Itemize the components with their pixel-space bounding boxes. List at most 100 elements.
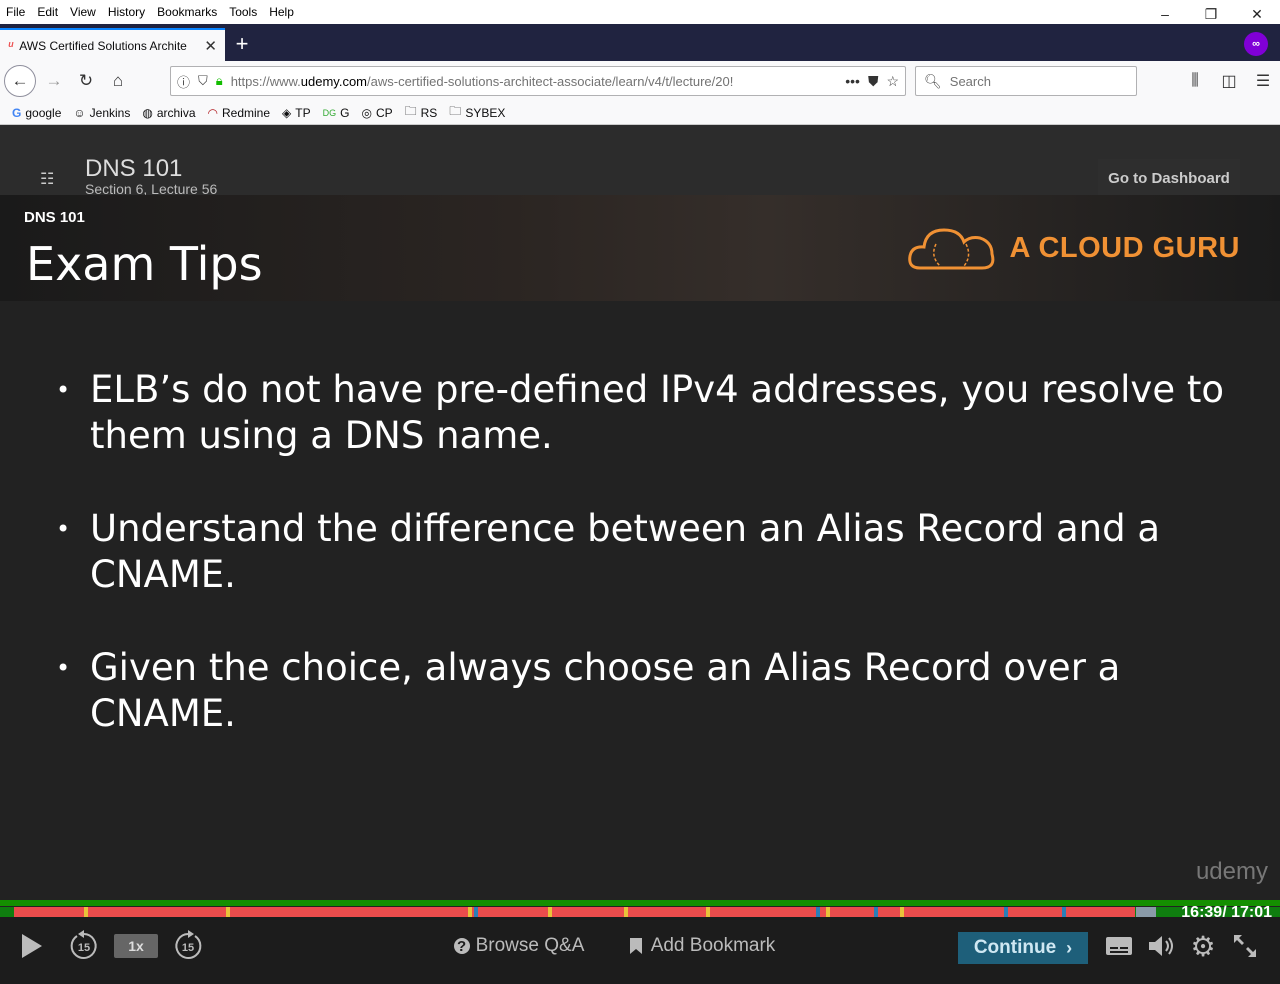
gear-icon: ⚙ xyxy=(1190,930,1216,962)
settings-button[interactable]: ⚙ xyxy=(1188,929,1218,963)
window-controls: – ❐ ✕ xyxy=(1142,0,1280,24)
bookmark-google[interactable]: Ggoogle xyxy=(12,106,61,120)
browse-qa-button[interactable]: ? Browse Q&A xyxy=(448,929,590,963)
progress-track[interactable] xyxy=(0,900,1280,906)
forward-15-button[interactable]: 15 xyxy=(172,929,204,963)
tracking-shield-icon[interactable]: ⛉ xyxy=(198,73,208,89)
new-tab-button[interactable]: + xyxy=(230,30,254,58)
forward-button[interactable]: → xyxy=(40,67,68,95)
bookmark-marker[interactable] xyxy=(468,907,472,917)
folder-icon: 🗀︎ xyxy=(404,104,417,118)
menu-edit[interactable]: Edit xyxy=(31,5,64,19)
bullet-dot: • xyxy=(56,654,71,682)
navigation-bar: ← → ↻ ⌂ ⓘ ⛉ 🔒︎ https://www.udemy.com/aws… xyxy=(0,61,1280,101)
bookmark-tp[interactable]: ◈ TP xyxy=(282,106,311,120)
bookmark-rs[interactable]: 🗀︎ RS xyxy=(405,102,438,123)
home-icon: ⌂ xyxy=(112,71,124,90)
bookmark-redmine[interactable]: ◠ Redmine xyxy=(208,106,271,120)
bullet-dot: • xyxy=(56,515,71,543)
playback-speed-button[interactable]: 1x xyxy=(114,934,158,958)
bookmark-marker[interactable] xyxy=(548,907,552,917)
bookmark-archiva[interactable]: ◍ archiva xyxy=(142,106,195,120)
bookmarks-bar: Ggoogle ☺ Jenkins ◍ archiva ◠ Redmine ◈ TP D… xyxy=(0,101,1280,125)
play-icon xyxy=(22,934,42,958)
video-player[interactable]: ☷ DNS 101 Section 6, Lecture 56 Go to Da… xyxy=(0,125,1280,984)
brand-name: A CLOUD GURU xyxy=(1009,231,1240,264)
buffered-segment xyxy=(1136,907,1156,917)
g-icon: DG xyxy=(322,107,337,118)
slide-banner: DNS 101 Exam Tips A CLOUD GURU xyxy=(0,195,1280,301)
bookmark-g[interactable]: DG G xyxy=(323,106,350,120)
search-box[interactable]: 🔍︎ Search xyxy=(915,66,1137,96)
rewind-15-button[interactable]: 15 xyxy=(68,929,100,963)
control-bar: 15 1x 15 ? Browse Q&A Add Bookmark Conti… xyxy=(0,917,1280,984)
bookmark-jenkins[interactable]: ☺ Jenkins xyxy=(73,106,130,120)
toolbar-right: ⫼ ◫ ☰ xyxy=(1178,67,1280,95)
menu-view[interactable]: View xyxy=(64,5,102,19)
volume-icon xyxy=(1149,936,1173,956)
pocket-icon[interactable]: ⛊ xyxy=(868,73,879,90)
bookmark-sybex[interactable]: 🗀︎ SYBEX xyxy=(449,102,505,123)
tab-title: AWS Certified Solutions Archite xyxy=(19,38,187,53)
bookmark-cp[interactable]: ◎ CP xyxy=(361,106,392,120)
tab-udemy-lecture[interactable]: ᵘ AWS Certified Solutions Archite ✕ xyxy=(0,28,225,61)
chapter-marker[interactable] xyxy=(816,907,820,917)
continue-button[interactable]: Continue › xyxy=(958,932,1088,964)
forward-icon: 15 xyxy=(175,930,202,959)
lecture-title: DNS 101 xyxy=(85,155,183,182)
chapter-marker[interactable] xyxy=(1062,907,1066,917)
close-tab-icon[interactable]: ✕ xyxy=(204,37,217,55)
back-button[interactable]: ← xyxy=(4,65,36,97)
chapter-marker[interactable] xyxy=(874,907,878,917)
sidebar-icon[interactable]: ◫ xyxy=(1212,67,1246,95)
bookmark-marker[interactable] xyxy=(900,907,904,917)
cp-icon: ◎ xyxy=(361,105,372,120)
fullscreen-button[interactable] xyxy=(1230,929,1260,963)
volume-button[interactable] xyxy=(1146,929,1176,963)
progress-fill xyxy=(14,907,1135,917)
progress-bar[interactable] xyxy=(0,907,1280,917)
reload-icon: ↻ xyxy=(78,71,94,90)
bookmark-marker[interactable] xyxy=(624,907,628,917)
slide-body: • ELB’s do not have pre-defined IPv4 add… xyxy=(0,301,1280,901)
hamburger-menu-icon[interactable]: ☰ xyxy=(1246,67,1280,95)
chevron-right-icon: › xyxy=(1066,937,1073,958)
lock-icon[interactable]: 🔒︎ xyxy=(216,73,223,89)
bookmark-star-icon[interactable]: ☆ xyxy=(886,73,899,90)
tp-icon: ◈ xyxy=(282,105,292,120)
captions-button[interactable] xyxy=(1104,929,1134,963)
bookmark-marker[interactable] xyxy=(706,907,710,917)
bullet-dot: • xyxy=(56,376,71,404)
play-button[interactable] xyxy=(18,929,46,963)
chapter-marker[interactable] xyxy=(1004,907,1008,917)
udemy-icon: ᵘ xyxy=(8,38,14,53)
slide-title: Exam Tips xyxy=(26,237,263,291)
menu-help[interactable]: Help xyxy=(263,5,300,19)
rewind-icon: 15 xyxy=(70,930,97,959)
menu-history[interactable]: History xyxy=(102,5,151,19)
captions-icon xyxy=(1106,937,1132,955)
continue-label: Continue xyxy=(973,937,1057,958)
url-text[interactable]: https://www.udemy.com/aws-certified-solu… xyxy=(231,74,838,89)
address-bar[interactable]: ⓘ ⛉ 🔒︎ https://www.udemy.com/aws-certifi… xyxy=(170,66,906,96)
jenkins-icon: ☺ xyxy=(73,105,86,120)
curriculum-list-icon[interactable]: ☷ xyxy=(40,169,54,189)
chapter-marker[interactable] xyxy=(474,907,478,917)
archiva-icon: ◍ xyxy=(142,105,153,120)
bookmark-marker[interactable] xyxy=(826,907,830,917)
menu-tools[interactable]: Tools xyxy=(223,5,263,19)
home-button[interactable]: ⌂ xyxy=(104,67,132,95)
go-to-dashboard-button[interactable]: Go to Dashboard xyxy=(1098,159,1240,197)
tab-strip: ᵘ AWS Certified Solutions Archite ✕ + ∞ xyxy=(0,24,1280,61)
reload-button[interactable]: ↻ xyxy=(72,67,100,95)
bookmark-marker[interactable] xyxy=(84,907,88,917)
bookmark-marker[interactable] xyxy=(226,907,230,917)
bullet-text: Understand the difference between an Ali… xyxy=(90,507,1161,596)
page-actions-icon[interactable]: ••• xyxy=(845,73,860,89)
info-icon[interactable]: ⓘ xyxy=(177,72,190,91)
menu-file[interactable]: File xyxy=(0,5,31,19)
add-bookmark-button[interactable]: Add Bookmark xyxy=(618,929,786,963)
library-icon[interactable]: ⫼ xyxy=(1178,67,1212,95)
menu-bookmarks[interactable]: Bookmarks xyxy=(151,5,223,19)
arrow-right-icon: → xyxy=(45,71,63,90)
